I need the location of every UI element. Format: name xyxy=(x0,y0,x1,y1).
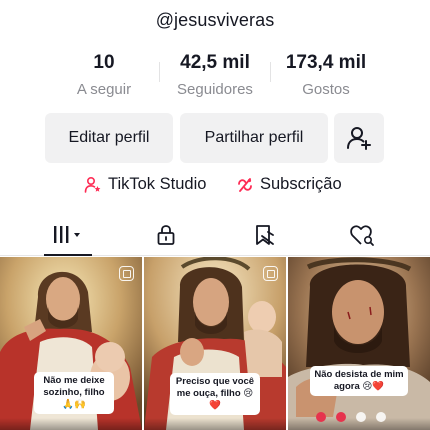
caption-line: me ouça, filho 😢❤️ xyxy=(176,388,254,411)
video-thumbnail[interactable]: Não me deixe sozinho, filho 🙏🙌 xyxy=(0,257,142,430)
followers-label: Seguidores xyxy=(177,81,253,98)
pinned-badge xyxy=(119,266,134,281)
video-thumbnail[interactable]: Preciso que você me ouça, filho 😢❤️ xyxy=(144,257,286,430)
share-profile-button[interactable]: Partilhar perfil xyxy=(180,113,328,163)
video-caption: Preciso que você me ouça, filho 😢❤️ xyxy=(170,373,260,415)
subscription-label: Subscrição xyxy=(260,175,342,193)
comment-icon xyxy=(356,412,366,422)
person-plus-icon xyxy=(347,127,371,150)
reaction-icon xyxy=(316,412,326,422)
subscription-link[interactable]: Subscrição xyxy=(236,175,342,194)
caption-line: Preciso que você xyxy=(175,376,255,387)
tiktok-studio-label: TikTok Studio xyxy=(108,175,207,193)
tab-private[interactable] xyxy=(128,214,204,256)
caption-line: sozinho, filho 🙏🙌 xyxy=(43,387,105,410)
share-icon xyxy=(376,412,386,422)
video-overlay xyxy=(0,418,142,430)
subscription-icon xyxy=(238,177,252,192)
video-grid: Não me deixe sozinho, filho 🙏🙌 Preciso q… xyxy=(0,257,430,430)
stat-following[interactable]: 10 A seguir xyxy=(54,52,154,98)
profile-stats: 10 A seguir 42,5 mil Seguidores 173,4 mi… xyxy=(0,52,430,102)
add-friend-button[interactable] xyxy=(334,113,384,163)
caption-line: Não me deixe xyxy=(43,375,105,386)
video-caption: Não desista de mim agora 😢❤️ xyxy=(310,366,408,396)
stat-divider xyxy=(270,62,271,82)
likes-count: 173,4 mil xyxy=(285,52,367,73)
edit-profile-button[interactable]: Editar perfil xyxy=(45,113,173,163)
caption-line: agora 😢❤️ xyxy=(333,381,385,392)
followers-count: 42,5 mil xyxy=(180,52,250,73)
heart-icon xyxy=(336,412,346,422)
tiktok-studio-link[interactable]: TikTok Studio xyxy=(84,175,206,194)
videos-grid-icon xyxy=(54,226,80,243)
jesus-crown-of-thorns-image xyxy=(288,257,430,430)
active-tab-indicator xyxy=(44,254,92,256)
pinned-badge xyxy=(263,266,278,281)
tab-videos[interactable] xyxy=(30,214,106,256)
bookmark-icon xyxy=(256,225,274,245)
creator-links: TikTok Studio Subscrição xyxy=(0,175,430,197)
profile-tabs xyxy=(0,214,430,256)
liked-heart-icon xyxy=(350,225,374,246)
tab-favorites[interactable] xyxy=(226,214,302,256)
following-count: 10 xyxy=(93,52,115,73)
tab-liked[interactable] xyxy=(324,214,400,256)
stat-followers[interactable]: 42,5 mil Seguidores xyxy=(165,52,265,98)
profile-username: @jesusviveras xyxy=(155,10,275,30)
video-caption: Não me deixe sozinho, filho 🙏🙌 xyxy=(34,372,114,414)
stat-likes[interactable]: 173,4 mil Gostos xyxy=(276,52,376,98)
likes-label: Gostos xyxy=(302,81,350,98)
video-reaction-icons xyxy=(316,412,386,422)
following-label: A seguir xyxy=(76,81,132,98)
video-thumbnail[interactable]: Não desista de mim agora 😢❤️ xyxy=(288,257,430,430)
stat-divider xyxy=(159,62,160,82)
studio-person-icon xyxy=(84,176,101,193)
lock-icon xyxy=(157,225,175,245)
video-overlay xyxy=(144,418,286,430)
caption-line: Não desista de mim xyxy=(314,369,404,380)
